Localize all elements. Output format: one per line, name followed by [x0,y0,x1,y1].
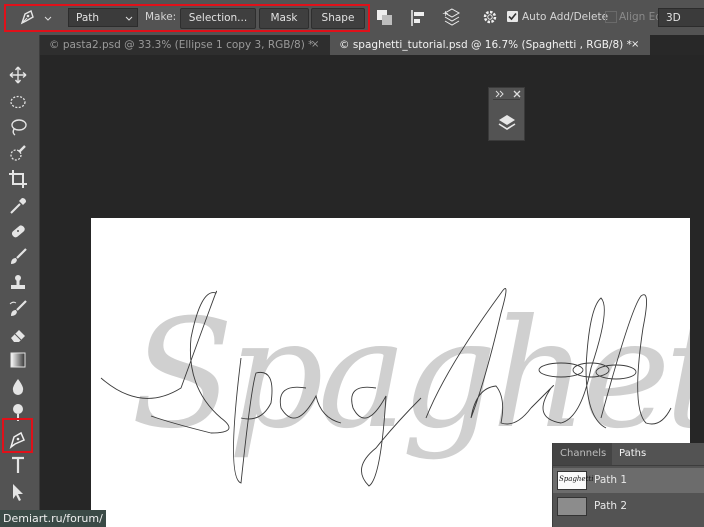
gear-icon[interactable] [482,9,498,28]
tools-panel [0,35,40,527]
move-icon[interactable] [8,65,28,85]
tab-spaghetti-tutorial[interactable]: © spaghetti_tutorial.psd @ 16.7% (Spaghe… [330,35,650,55]
crop-icon[interactable] [8,169,28,189]
tab-label: © pasta2.psd @ 33.3% (Ellipse 1 copy 3, … [49,39,314,51]
options-highlight-box [4,4,370,32]
collapsed-panel-dock [488,87,525,141]
tab-label: © spaghetti_tutorial.psd @ 16.7% (Spaghe… [339,39,632,51]
close-icon[interactable]: × [631,35,639,55]
paths-panel: Channels Paths Spaghetti Path 1 Path 2 [552,443,704,527]
path-label: Path 2 [594,500,628,512]
eyedropper-icon[interactable] [8,196,28,216]
stamp-icon[interactable] [8,273,28,293]
path-thumbnail-text: Spaghetti [559,475,594,483]
path-row-2[interactable]: Path 2 [553,494,704,519]
document-tabs: © pasta2.psd @ 33.3% (Ellipse 1 copy 3, … [40,35,704,55]
align-edges-label: Align Ed [619,11,662,23]
path-select-icon[interactable] [8,482,28,502]
history-brush-icon[interactable] [8,299,28,319]
workspace-select[interactable]: 3D [658,8,704,27]
expand-icon[interactable] [495,90,505,98]
tab-pasta2[interactable]: © pasta2.psd @ 33.3% (Ellipse 1 copy 3, … [40,35,330,55]
path-row-1[interactable]: Spaghetti Path 1 [553,468,704,493]
blur-icon[interactable] [8,377,28,397]
auto-add-delete-label: Auto Add/Delete [522,11,609,23]
path-thumbnail [557,497,587,516]
layers-icon[interactable] [497,113,517,133]
auto-add-delete-checkbox[interactable] [507,11,518,22]
gradient-icon[interactable] [8,350,28,370]
healing-icon[interactable] [8,221,28,241]
svg-text:+: + [442,9,449,18]
workspace-value: 3D [666,12,681,24]
tab-paths[interactable]: Paths [612,443,654,465]
panel-grip [493,99,520,100]
close-icon[interactable]: × [311,35,319,55]
checkmark-icon [508,12,517,21]
path-alignment-icon[interactable] [410,9,428,30]
brush-icon[interactable] [8,247,28,267]
eraser-icon[interactable] [8,325,28,345]
marquee-icon[interactable] [8,92,28,112]
panel-divider [553,465,704,466]
spaghetti-shadow-text: Spaghetti [131,288,690,462]
lasso-icon[interactable] [8,117,28,137]
close-icon[interactable] [513,90,521,98]
type-icon[interactable] [8,455,28,475]
watermark: Demiart.ru/forum/ [0,510,106,527]
path-arrangement-icon[interactable]: + [442,7,462,30]
path-thumbnail: Spaghetti [557,471,593,490]
align-edges-checkbox[interactable] [605,11,617,23]
tab-channels[interactable]: Channels [553,443,614,465]
pen-tool-highlight-box [2,418,33,453]
path-label: Path 1 [594,474,628,486]
path-operations-icon[interactable] [376,9,394,30]
quick-select-icon[interactable] [8,143,28,163]
